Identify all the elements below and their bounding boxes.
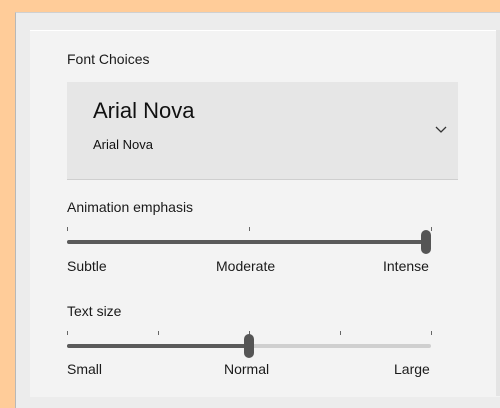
slider-tick: [430, 227, 432, 231]
text-size-stop-large: Large: [394, 361, 430, 377]
animation-emphasis-slider[interactable]: [66, 227, 432, 260]
font-selected-subtitle: Arial Nova: [93, 137, 153, 152]
slider-thumb[interactable]: [421, 230, 431, 254]
scrollbar-gutter: [496, 30, 500, 396]
text-size-label: Text size: [67, 303, 122, 319]
slider-tick: [66, 331, 68, 335]
slider-tick: [248, 227, 250, 231]
animation-emphasis-label: Animation emphasis: [67, 199, 194, 215]
slider-tick: [430, 331, 432, 335]
font-choices-dropdown[interactable]: Arial Nova Arial Nova: [67, 82, 458, 180]
slider-fill: [67, 240, 431, 244]
slider-tick: [339, 331, 341, 335]
text-size-slider[interactable]: [66, 331, 432, 364]
slider-fill: [67, 344, 249, 348]
slider-tick: [157, 331, 159, 335]
font-selected-title: Arial Nova: [93, 98, 195, 123]
text-size-stop-normal: Normal: [224, 361, 270, 377]
animation-stop-intense: Intense: [383, 258, 429, 274]
animation-stop-moderate: Moderate: [216, 258, 276, 274]
slider-tick: [66, 227, 68, 231]
text-size-stop-small: Small: [67, 361, 103, 377]
font-choices-label: Font Choices: [67, 51, 150, 67]
animation-stop-subtle: Subtle: [67, 258, 107, 274]
chevron-down-icon: [435, 126, 447, 133]
slider-thumb[interactable]: [244, 334, 254, 358]
